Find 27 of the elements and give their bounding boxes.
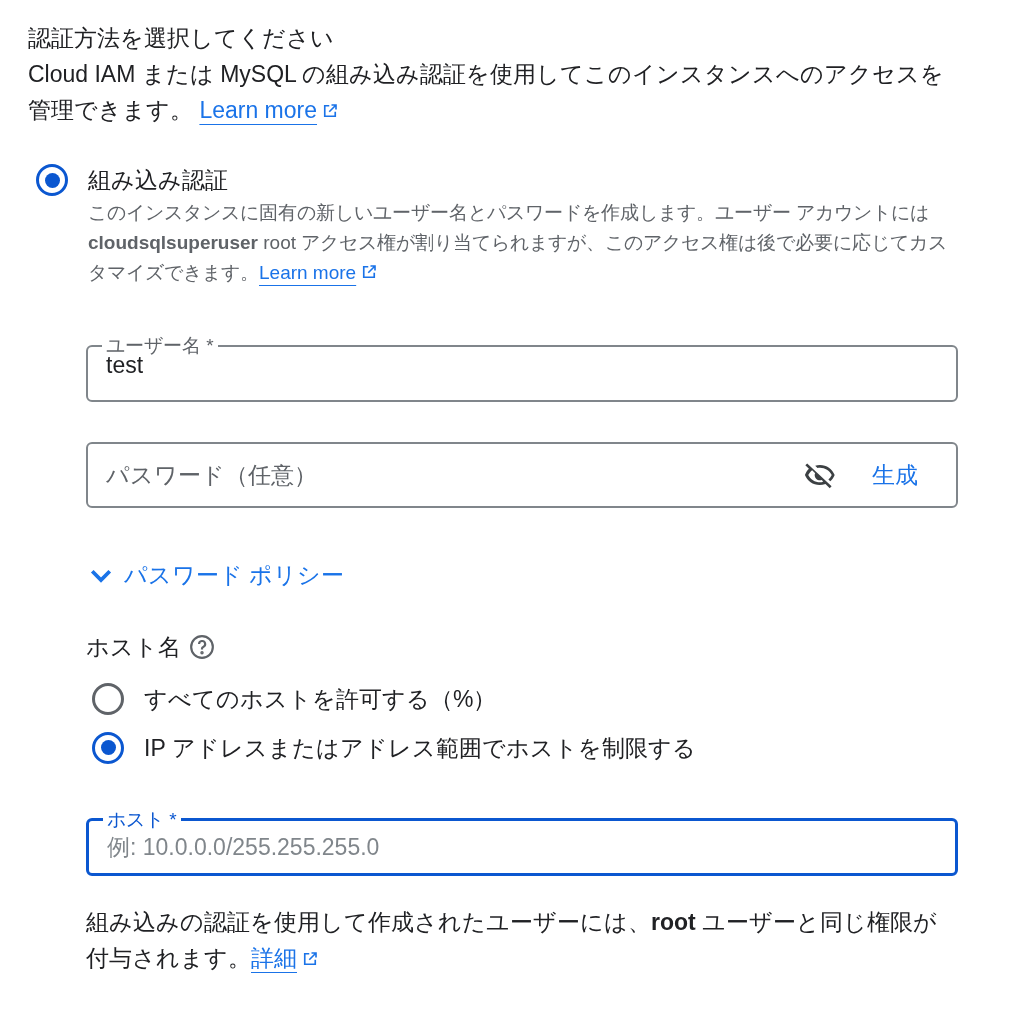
learn-more-link[interactable]: Learn more: [199, 97, 339, 123]
field-label: ホスト *: [106, 809, 178, 830]
learn-more-link[interactable]: Learn more: [259, 262, 379, 283]
external-link-icon: [301, 949, 319, 968]
host-name-label: ホスト名: [86, 632, 181, 662]
radio-label: すべてのホストを許可する（%）: [144, 684, 497, 714]
radio-button[interactable]: [36, 164, 68, 196]
footer-text: 組み込みの認証を使用して作成されたユーザーには、root ユーザーと同じ権限が付与されます。詳細: [86, 907, 939, 973]
intro-text: Cloud IAM または MySQL の組み込み認証を使用してこのインスタンスへのアクセスを管理できます。 Learn more: [28, 60, 946, 125]
password-input[interactable]: パスワード（任意）: [106, 457, 804, 493]
field-label: ユーザー名 *: [105, 336, 215, 356]
input-field[interactable]: ホスト * 例: 10.0.0.0/255.255.255.0: [86, 809, 958, 876]
host-input[interactable]: 例: 10.0.0.0/255.255.255.0: [107, 829, 937, 865]
external-link-icon: [321, 102, 339, 120]
generate-button[interactable]: 生成: [872, 457, 918, 493]
radio-button[interactable]: [92, 682, 124, 715]
radio-label: IP アドレスまたはアドレス範囲でホストを制限する: [144, 733, 696, 763]
section-title: 認証方法を選択してください: [28, 24, 335, 53]
password-policy-toggle[interactable]: パスワード ポリシー: [86, 558, 345, 593]
option-label: 組み込み認証: [88, 166, 229, 195]
option-description: このインスタンスに固有の新しいユーザー名とパスワードを作成します。ユーザー アカウントには cloudsqlsuperuser root アクセス権が割り当てられますが、このアクセス権は後で必要に応じてカスタマイズできます。Learn more: [88, 201, 949, 285]
help-icon[interactable]: [189, 633, 215, 660]
radio-button[interactable]: [92, 731, 124, 764]
input-field[interactable]: パスワード（任意） 生成: [86, 442, 958, 508]
input-field[interactable]: ユーザー名 * test: [86, 336, 958, 402]
learn-more-link[interactable]: 詳細: [251, 944, 319, 971]
external-link-icon: [360, 263, 379, 281]
